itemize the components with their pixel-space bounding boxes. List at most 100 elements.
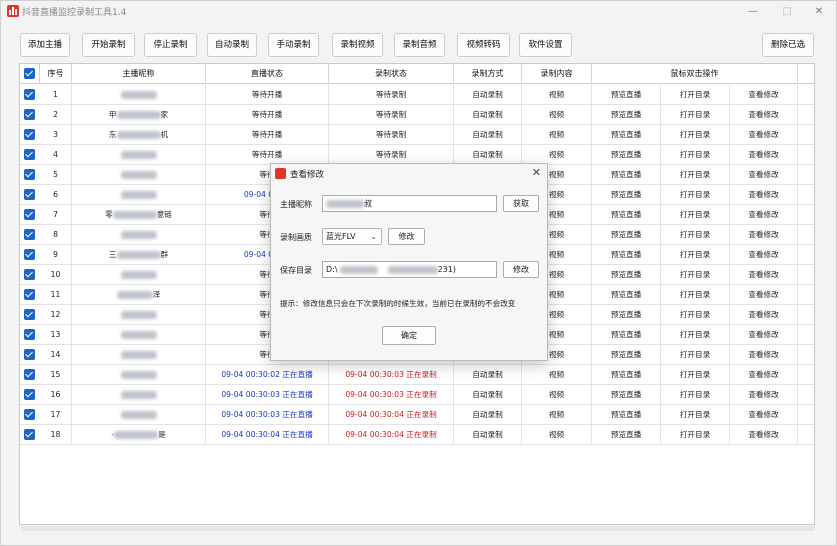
table-row[interactable]: 18- 是 09-04 00:30:04 正在直播 09-04 00:30:04 正在…: [20, 425, 814, 445]
open-folder-action[interactable]: 打开目录: [661, 385, 730, 405]
ok-button[interactable]: 确定: [382, 326, 436, 345]
open-folder-action[interactable]: 打开目录: [661, 265, 730, 285]
preview-live-action[interactable]: 预览直播: [592, 385, 661, 405]
row-checkbox[interactable]: [24, 329, 35, 340]
quality-select[interactable]: 蓝光FLV ⌄: [322, 228, 382, 245]
preview-live-action[interactable]: 预览直播: [592, 145, 661, 165]
preview-live-action[interactable]: 预览直播: [592, 225, 661, 245]
view-edit-action[interactable]: 查看修改: [730, 85, 798, 105]
view-edit-action[interactable]: 查看修改: [730, 425, 798, 445]
maximize-button[interactable]: □: [770, 1, 804, 23]
view-edit-action[interactable]: 查看修改: [730, 165, 798, 185]
select-all-checkbox[interactable]: [20, 64, 40, 84]
table-row[interactable]: 15 09-04 00:30:02 正在直播 09-04 00:30:03 正在录制…: [20, 365, 814, 385]
open-folder-action[interactable]: 打开目录: [661, 365, 730, 385]
toolbar-button-5[interactable]: 手动录制: [268, 33, 319, 57]
horizontal-scrollbar[interactable]: [21, 526, 815, 531]
open-folder-action[interactable]: 打开目录: [661, 85, 730, 105]
dialog-close-icon[interactable]: ✕: [532, 166, 541, 179]
row-checkbox[interactable]: [24, 109, 35, 120]
open-folder-action[interactable]: 打开目录: [661, 185, 730, 205]
open-folder-action[interactable]: 打开目录: [661, 205, 730, 225]
row-checkbox[interactable]: [24, 89, 35, 100]
row-checkbox[interactable]: [24, 169, 35, 180]
row-checkbox[interactable]: [24, 389, 35, 400]
row-checkbox[interactable]: [24, 189, 35, 200]
preview-live-action[interactable]: 预览直播: [592, 325, 661, 345]
preview-live-action[interactable]: 预览直播: [592, 165, 661, 185]
open-folder-action[interactable]: 打开目录: [661, 225, 730, 245]
view-edit-action[interactable]: 查看修改: [730, 265, 798, 285]
preview-live-action[interactable]: 预览直播: [592, 245, 661, 265]
row-checkbox[interactable]: [24, 149, 35, 160]
col-header-rec[interactable]: 录制状态: [329, 64, 454, 84]
row-checkbox[interactable]: [24, 349, 35, 360]
row-checkbox[interactable]: [24, 269, 35, 280]
row-checkbox[interactable]: [24, 309, 35, 320]
open-folder-action[interactable]: 打开目录: [661, 285, 730, 305]
row-checkbox[interactable]: [24, 409, 35, 420]
preview-live-action[interactable]: 预览直播: [592, 405, 661, 425]
col-header-live[interactable]: 直播状态: [206, 64, 329, 84]
name-field[interactable]: 叔: [322, 195, 497, 212]
row-checkbox[interactable]: [24, 229, 35, 240]
col-header-content[interactable]: 录制内容: [522, 64, 592, 84]
toolbar-button-4[interactable]: 自动录制: [207, 33, 257, 57]
preview-live-action[interactable]: 预览直播: [592, 305, 661, 325]
toolbar-button-8[interactable]: 视频转码: [457, 33, 510, 57]
open-folder-action[interactable]: 打开目录: [661, 345, 730, 365]
view-edit-action[interactable]: 查看修改: [730, 145, 798, 165]
preview-live-action[interactable]: 预览直播: [592, 265, 661, 285]
view-edit-action[interactable]: 查看修改: [730, 285, 798, 305]
open-folder-action[interactable]: 打开目录: [661, 325, 730, 345]
view-edit-action[interactable]: 查看修改: [730, 405, 798, 425]
col-header-mode[interactable]: 录制方式: [454, 64, 522, 84]
close-button[interactable]: ✕: [802, 1, 836, 23]
view-edit-action[interactable]: 查看修改: [730, 105, 798, 125]
open-folder-action[interactable]: 打开目录: [661, 125, 730, 145]
dir-edit-button[interactable]: 修改: [503, 261, 539, 278]
row-checkbox[interactable]: [24, 209, 35, 220]
row-checkbox[interactable]: [24, 289, 35, 300]
minimize-button[interactable]: —: [736, 1, 770, 23]
row-checkbox[interactable]: [24, 249, 35, 260]
toolbar-button-2[interactable]: 开始录制: [82, 33, 135, 57]
open-folder-action[interactable]: 打开目录: [661, 305, 730, 325]
preview-live-action[interactable]: 预览直播: [592, 205, 661, 225]
table-row[interactable]: 16 09-04 00:30:03 正在直播 09-04 00:30:03 正在录制…: [20, 385, 814, 405]
open-folder-action[interactable]: 打开目录: [661, 405, 730, 425]
col-header-actions[interactable]: 鼠标双击操作: [592, 64, 798, 84]
view-edit-action[interactable]: 查看修改: [730, 205, 798, 225]
view-edit-action[interactable]: 查看修改: [730, 125, 798, 145]
open-folder-action[interactable]: 打开目录: [661, 145, 730, 165]
preview-live-action[interactable]: 预览直播: [592, 85, 661, 105]
quality-edit-button[interactable]: 修改: [388, 228, 425, 245]
open-folder-action[interactable]: 打开目录: [661, 165, 730, 185]
table-row[interactable]: 3 东机等待开播 等待录制 自动录制 视频 预览直播 打开目录 查看修改: [20, 125, 814, 145]
open-folder-action[interactable]: 打开目录: [661, 105, 730, 125]
preview-live-action[interactable]: 预览直播: [592, 425, 661, 445]
row-checkbox[interactable]: [24, 429, 35, 440]
col-header-name[interactable]: 主播昵称: [72, 64, 206, 84]
view-edit-action[interactable]: 查看修改: [730, 345, 798, 365]
dir-field[interactable]: D:\ 231): [322, 261, 497, 278]
view-edit-action[interactable]: 查看修改: [730, 245, 798, 265]
preview-live-action[interactable]: 预览直播: [592, 365, 661, 385]
view-edit-action[interactable]: 查看修改: [730, 185, 798, 205]
view-edit-action[interactable]: 查看修改: [730, 365, 798, 385]
toolbar-button-3[interactable]: 停止录制: [144, 33, 197, 57]
preview-live-action[interactable]: 预览直播: [592, 185, 661, 205]
view-edit-action[interactable]: 查看修改: [730, 225, 798, 245]
preview-live-action[interactable]: 预览直播: [592, 125, 661, 145]
toolbar-button-7[interactable]: 录制音频: [394, 33, 445, 57]
preview-live-action[interactable]: 预览直播: [592, 345, 661, 365]
row-checkbox[interactable]: [24, 129, 35, 140]
view-edit-action[interactable]: 查看修改: [730, 325, 798, 345]
toolbar-button-10[interactable]: 删除已选: [762, 33, 814, 57]
toolbar-button-1[interactable]: 添加主播: [20, 33, 70, 57]
view-edit-action[interactable]: 查看修改: [730, 305, 798, 325]
fetch-button[interactable]: 获取: [503, 195, 539, 212]
table-row[interactable]: 17 09-04 00:30:03 正在直播 09-04 00:30:04 正在录制…: [20, 405, 814, 425]
col-header-no[interactable]: 序号: [40, 64, 72, 84]
row-checkbox[interactable]: [24, 369, 35, 380]
